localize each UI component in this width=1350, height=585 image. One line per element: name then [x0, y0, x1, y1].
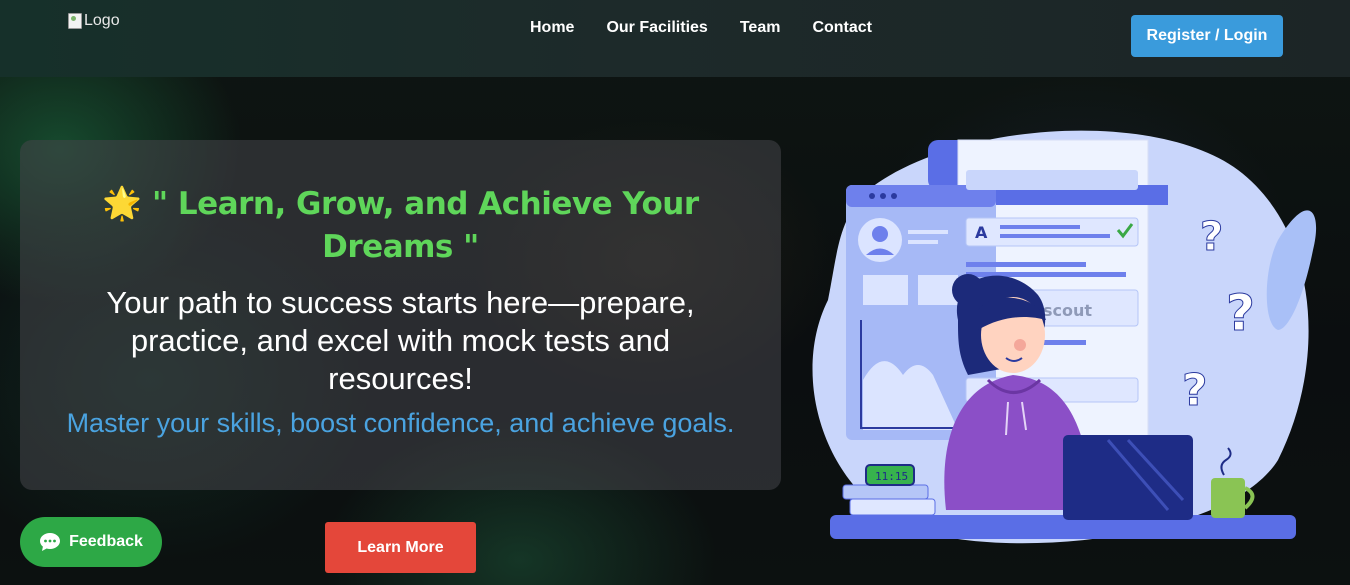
register-login-button[interactable]: Register / Login: [1131, 15, 1283, 57]
hero-subtitle: Your path to success starts here—prepare…: [106, 285, 695, 396]
nav-link-our-facilities[interactable]: Our Facilities: [590, 18, 723, 38]
coffee-mug: [1211, 478, 1245, 518]
clock-text: 11:15: [875, 470, 908, 483]
chat-bubble-icon: [40, 533, 61, 551]
logo-alt-text: Logo: [84, 12, 120, 29]
question-mark-icon: ?: [1182, 365, 1208, 416]
star-icon: 🌟: [102, 184, 142, 222]
top-navbar: Logo Home Our Facilities Team Contact Re…: [0, 0, 1350, 77]
desk: [830, 515, 1296, 539]
book-stack: [842, 484, 929, 500]
nav-link-contact[interactable]: Contact: [796, 18, 888, 38]
main-nav: Home Our Facilities Team Contact: [514, 18, 888, 38]
question-mark-icon: ?: [1226, 284, 1255, 342]
nav-link-team[interactable]: Team: [724, 18, 797, 38]
logo[interactable]: Logo: [68, 12, 120, 30]
hero-illustration: A scout ? ? ? 11:15: [812, 130, 1317, 544]
hero-tagline: Master your skills, boost confidence, an…: [66, 408, 735, 438]
doc-letter: A: [975, 223, 988, 242]
question-mark-icon: ?: [1200, 214, 1223, 260]
hero-card: 🌟 " Learn, Grow, and Achieve Your Dreams…: [20, 140, 781, 490]
watermark-text: scout: [1043, 301, 1092, 320]
laptop: [1063, 435, 1193, 520]
hero-heading-text: " Learn, Grow, and Achieve Your Dreams ": [151, 186, 699, 265]
nav-link-home[interactable]: Home: [514, 18, 590, 38]
feedback-label: Feedback: [69, 533, 143, 550]
hero-heading: 🌟 " Learn, Grow, and Achieve Your Dreams…: [80, 182, 721, 269]
broken-image-icon: [68, 13, 82, 29]
feedback-button[interactable]: Feedback: [20, 517, 162, 567]
learn-more-button[interactable]: Learn More: [325, 522, 476, 573]
